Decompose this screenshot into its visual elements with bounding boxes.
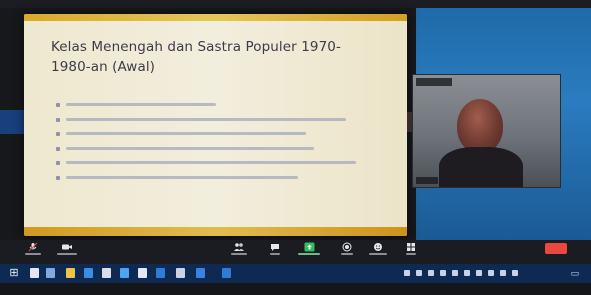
slide-bullet [56,144,386,156]
share-screen-button[interactable] [296,242,322,262]
slide-bullet [56,115,386,127]
slide-bullet [56,100,386,112]
apps-icon [405,242,417,252]
share-screen-icon [303,242,315,252]
store-icon[interactable] [102,268,111,278]
bullet-dot-icon [56,132,60,136]
slide-bullet [56,129,386,141]
tray-icon[interactable] [488,270,494,276]
shared-slide: Kelas Menengah dan Sastra Populer 1970-1… [24,14,407,236]
app-icon[interactable] [222,268,231,278]
task-view-icon[interactable] [46,268,55,278]
bullet-dot-icon [56,117,60,122]
participant-body [439,147,523,187]
tray-icon[interactable] [476,270,482,276]
edge-browser-icon[interactable] [84,268,93,278]
reactions-button[interactable] [365,242,391,262]
bullet-dot-icon [56,175,60,180]
tray-icon[interactable] [428,270,434,276]
tray-icon[interactable] [404,270,410,276]
participant-head [457,99,503,153]
participant-name-tag [416,78,452,86]
file-explorer-icon[interactable] [66,268,75,278]
mute-button[interactable] [20,242,46,262]
reactions-icon [372,242,384,252]
notification-icon[interactable]: ▭ [570,268,580,278]
slide-bullet-list [56,100,386,187]
windows-taskbar: ⊞ ▭ [0,264,591,283]
bullet-dot-icon [56,161,60,165]
slide-bullet [56,173,386,185]
mail-icon[interactable] [120,268,129,278]
meeting-toolbar [0,240,591,264]
end-meeting-button[interactable] [545,243,567,254]
chat-icon [269,242,281,252]
tray-icon[interactable] [464,270,470,276]
photo-edge-bottom [0,283,591,295]
tray-icon[interactable] [512,270,518,276]
photo-edge-top [0,0,591,8]
record-icon [341,242,353,252]
bullet-dot-icon [56,103,60,107]
meeting-canvas: Kelas Menengah dan Sastra Populer 1970-1… [0,8,591,240]
tray-icon[interactable] [440,270,446,276]
record-button[interactable] [334,242,360,262]
apps-button[interactable] [398,242,424,262]
slide-bottom-band [24,227,407,236]
slide-top-band [24,14,407,21]
app-icon[interactable] [138,268,147,278]
bullet-dot-icon [56,146,60,151]
video-camera-icon [61,242,73,252]
tray-icon[interactable] [452,270,458,276]
app-icon[interactable] [176,268,185,278]
participant-status-tag [416,177,438,184]
system-tray [404,268,564,279]
participants-button[interactable] [226,242,252,262]
app-icon[interactable] [196,268,205,278]
zoom-app-icon[interactable] [156,268,165,278]
participants-icon [233,242,245,252]
stop-video-button[interactable] [54,242,80,262]
microphone-icon [27,242,39,252]
left-accent-bar [0,110,24,134]
windows-start-icon[interactable]: ⊞ [8,267,20,279]
tray-icon[interactable] [500,270,506,276]
chat-button[interactable] [262,242,288,262]
search-icon[interactable] [30,268,39,278]
participant-video-tile[interactable] [412,74,561,188]
slide-title: Kelas Menengah dan Sastra Populer 1970-1… [51,39,341,75]
slide-bullet [56,158,386,170]
tray-icon[interactable] [416,270,422,276]
